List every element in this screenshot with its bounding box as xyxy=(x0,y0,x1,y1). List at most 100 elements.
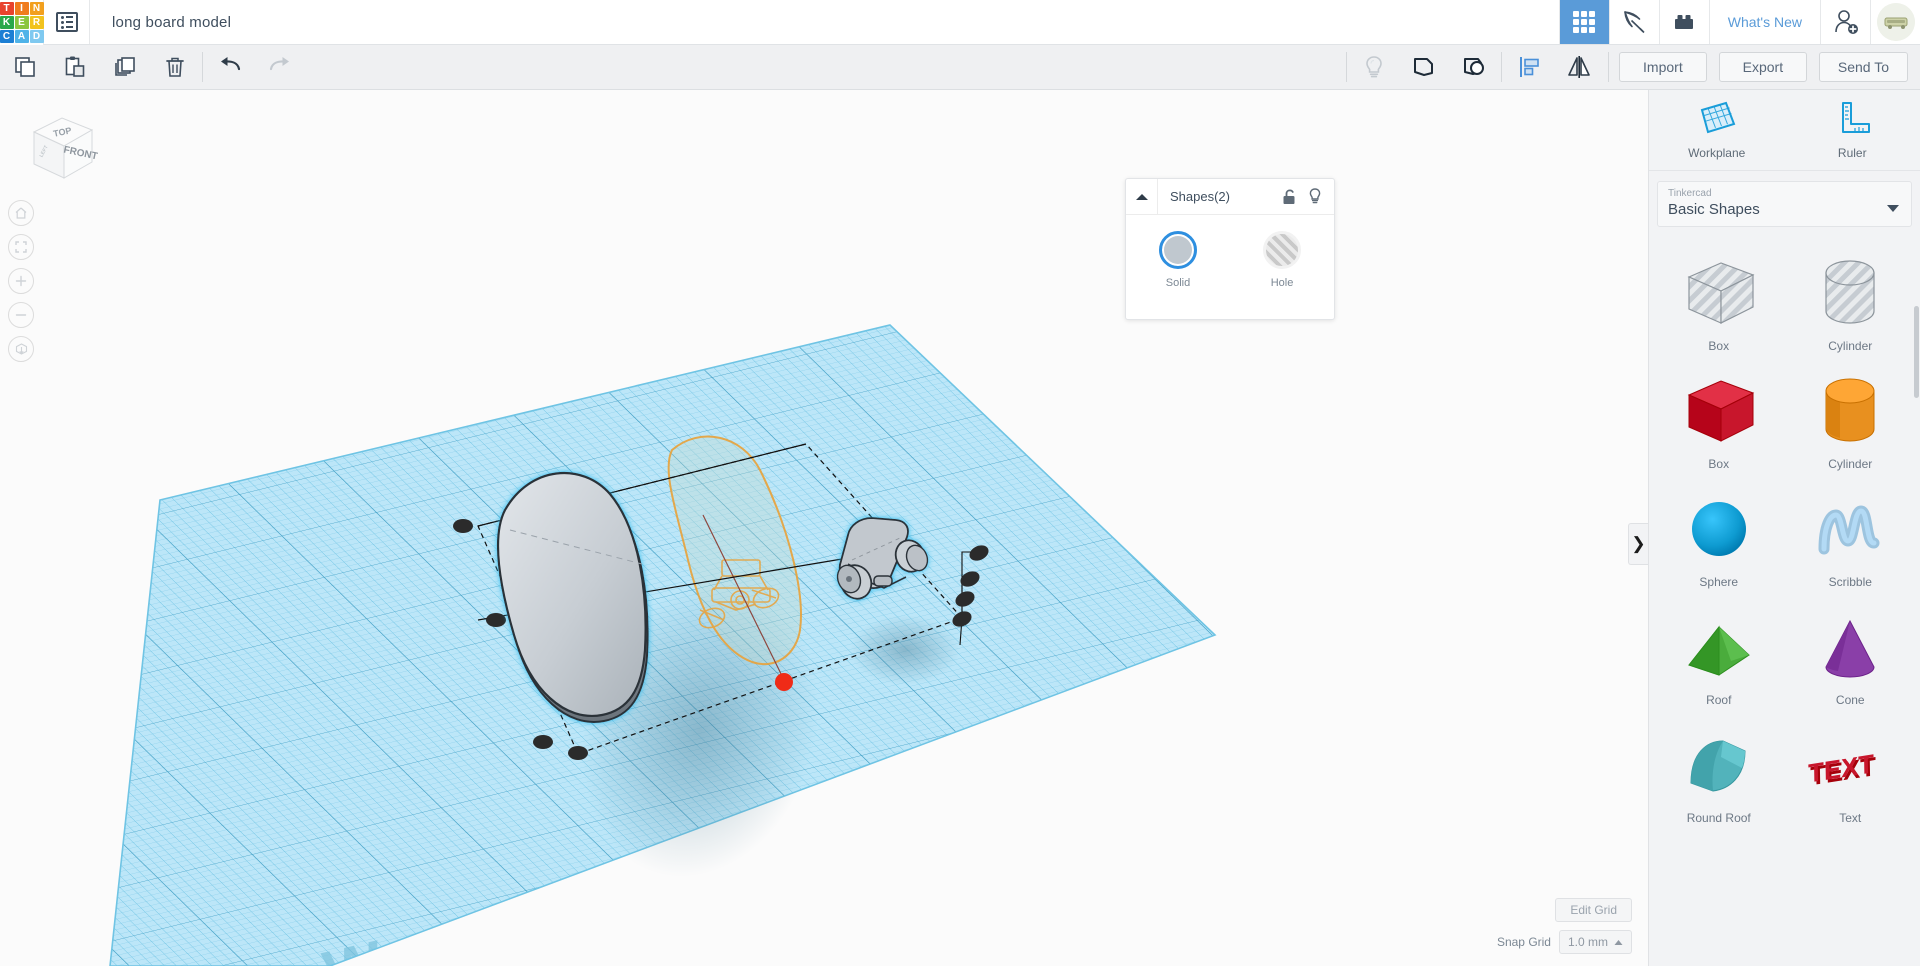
clipboard-tools xyxy=(0,45,200,90)
shape-item-cylinder[interactable]: Cylinder xyxy=(1787,361,1915,475)
plus-icon xyxy=(15,275,27,287)
mirror-button[interactable] xyxy=(1554,45,1604,90)
shape-item-cone[interactable]: Cone xyxy=(1787,597,1915,711)
shape-label: Cone xyxy=(1835,693,1865,707)
page-title: long board model xyxy=(90,0,1559,44)
snap-grid-select[interactable]: 1.0 mm xyxy=(1558,930,1632,954)
library-source: Tinkercad xyxy=(1668,188,1712,199)
import-button[interactable]: Import xyxy=(1618,52,1707,82)
logo-tile-n-2: N xyxy=(29,2,44,15)
3d-viewport[interactable]: Workplane xyxy=(0,90,1648,966)
history-tools xyxy=(205,45,305,90)
shapes-panel-collapse-button[interactable] xyxy=(1126,178,1158,215)
shape-label: Box xyxy=(1708,339,1730,353)
logo-tile-a-7: A xyxy=(14,30,29,43)
invite-people-button[interactable] xyxy=(1820,0,1870,44)
ungroup-shapes-icon xyxy=(1463,58,1484,75)
sidebar-collapse-button[interactable]: ❯ xyxy=(1628,523,1648,565)
shape-item-scribble[interactable]: Scribble xyxy=(1787,479,1915,593)
cylinder-hole-icon xyxy=(1804,253,1896,335)
fit-frame-icon xyxy=(15,241,27,253)
library-category: Basic Shapes xyxy=(1668,201,1760,218)
edit-grid-button[interactable]: Edit Grid xyxy=(1555,898,1632,922)
scribble-solid-icon xyxy=(1804,489,1896,571)
undo-button[interactable] xyxy=(205,45,255,90)
copy-icon xyxy=(15,57,35,77)
toolbar-divider-3 xyxy=(1500,52,1502,82)
perspective-toggle-button[interactable] xyxy=(8,336,34,362)
ruler-label: Ruler xyxy=(1837,146,1867,160)
shape-item-box[interactable]: Box xyxy=(1655,243,1783,357)
paste-button[interactable] xyxy=(50,45,100,90)
fit-to-view-button[interactable] xyxy=(8,234,34,260)
minecraft-button[interactable] xyxy=(1608,0,1659,44)
logo-tile-k-3: K xyxy=(0,16,14,29)
shape-library-grid[interactable]: Box Cylinder Box Cylinder Sphere Scribbl… xyxy=(1649,235,1920,966)
workplane-tool[interactable]: Workplane xyxy=(1649,98,1785,160)
shape-item-text[interactable]: TEXT TEXT Text xyxy=(1787,715,1915,829)
shape-item-box[interactable]: Box xyxy=(1655,361,1783,475)
hole-option[interactable]: Hole xyxy=(1230,231,1334,289)
zoom-in-button[interactable] xyxy=(8,268,34,294)
grid-3x3-icon xyxy=(1573,11,1596,33)
resize-handle xyxy=(486,613,506,627)
shape-item-sphere[interactable]: Sphere xyxy=(1655,479,1783,593)
logo-tile-c-6: C xyxy=(0,30,14,43)
shapes-properties-panel: Shapes(2) Solid Hole xyxy=(1125,178,1335,320)
sphere-solid-icon xyxy=(1673,489,1765,571)
align-icon xyxy=(1519,57,1539,77)
caret-up-icon xyxy=(1614,939,1623,945)
whats-new-link[interactable]: What's New xyxy=(1708,0,1820,44)
solid-swatch xyxy=(1159,231,1197,269)
copy-button[interactable] xyxy=(0,45,50,90)
shape-item-cylinder[interactable]: Cylinder xyxy=(1787,243,1915,357)
show-hide-button[interactable] xyxy=(1349,45,1399,90)
workplane-grid-icon xyxy=(1700,101,1736,134)
tinkercad-app: TINKERCAD long board model What's New Im… xyxy=(0,0,1920,966)
duplicate-icon xyxy=(115,57,135,76)
delete-button[interactable] xyxy=(150,45,200,90)
shape-label: Round Roof xyxy=(1686,811,1751,825)
logo-tile-r-5: R xyxy=(29,16,44,29)
align-button[interactable] xyxy=(1504,45,1554,90)
lock-toggle-button[interactable] xyxy=(1276,179,1302,215)
truck-shadow xyxy=(850,615,960,685)
home-icon xyxy=(15,207,27,219)
solid-option[interactable]: Solid xyxy=(1126,231,1230,289)
ungroup-button[interactable] xyxy=(1449,45,1499,90)
logo-tile-d-8: D xyxy=(29,30,44,43)
project-menu-button[interactable] xyxy=(44,0,90,44)
shape-label: Sphere xyxy=(1699,575,1739,589)
logo-tile-i-1: I xyxy=(14,2,29,15)
redo-button[interactable] xyxy=(255,45,305,90)
shape-item-round-roof[interactable]: Round Roof xyxy=(1655,715,1783,829)
mirror-flip-icon xyxy=(1568,56,1590,78)
send-to-button[interactable]: Send To xyxy=(1818,52,1908,82)
duplicate-button[interactable] xyxy=(100,45,150,90)
export-button[interactable]: Export xyxy=(1718,52,1807,82)
workplane-canvas[interactable]: Workplane xyxy=(0,90,1648,966)
tinkercad-logo[interactable]: TIN KER CAD xyxy=(0,0,44,45)
undo-arrow-icon xyxy=(221,57,241,71)
shapes-sidebar: Workplane Ruler Tinkercad Basic Shapes B… xyxy=(1648,90,1920,966)
hole-label: Hole xyxy=(1270,277,1294,289)
group-button[interactable] xyxy=(1399,45,1449,90)
view-cube[interactable]: TOP FRONT LEFT xyxy=(18,108,99,188)
shape-item-roof[interactable]: Roof xyxy=(1655,597,1783,711)
shape-label: Scribble xyxy=(1828,575,1872,589)
blocks-button[interactable] xyxy=(1658,0,1709,44)
shape-label: Cylinder xyxy=(1828,457,1873,471)
shape-library-select[interactable]: Tinkercad Basic Shapes xyxy=(1657,181,1912,227)
sidebar-scrollbar[interactable] xyxy=(1914,306,1919,398)
home-view-button[interactable] xyxy=(8,200,34,226)
tinker-grid-button[interactable] xyxy=(1558,0,1609,44)
ruler-icon xyxy=(1842,102,1871,133)
toolbar-divider-2 xyxy=(1345,52,1347,82)
bulb-toggle-button[interactable] xyxy=(1302,179,1328,215)
ruler-tool[interactable]: Ruler xyxy=(1785,98,1920,160)
resize-handle xyxy=(533,735,553,749)
shape-label: Cylinder xyxy=(1828,339,1873,353)
toolbar-divider xyxy=(202,52,203,82)
zoom-out-button[interactable] xyxy=(8,302,34,328)
user-avatar-button[interactable] xyxy=(1870,0,1920,44)
